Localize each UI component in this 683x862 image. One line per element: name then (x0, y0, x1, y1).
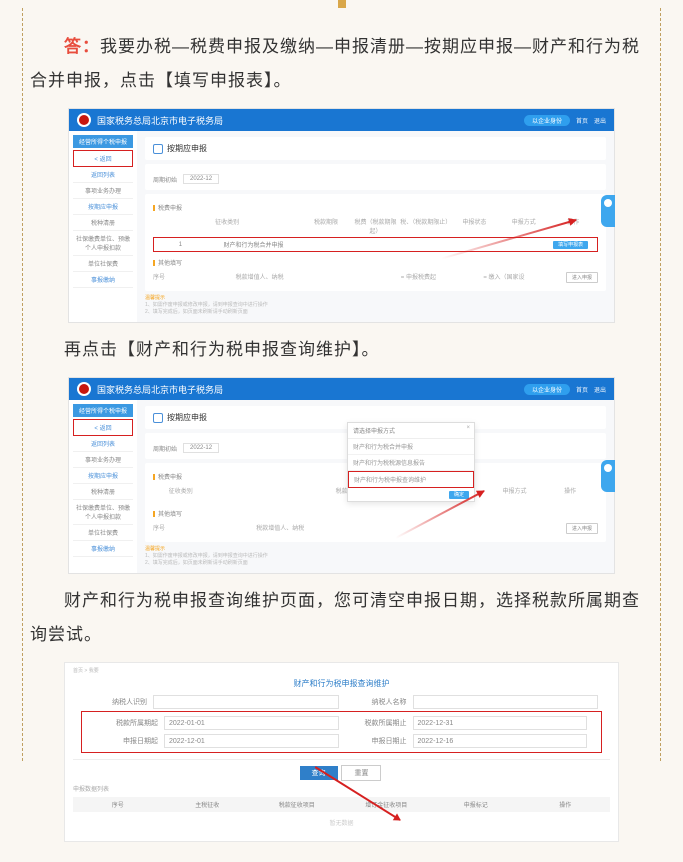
mid-paragraph-1: 再点击【财产和行为税申报查询维护】。 (30, 333, 653, 367)
sidebar: 经营所得个税申报 < 返回 返回列表 事项业务办理 按期应申报 税种清册 社保缴… (69, 400, 137, 573)
answer-label: 答： (64, 37, 100, 56)
page-title: 财产和行为税申报查询维护 (73, 676, 610, 693)
sidebar-item[interactable]: 单位社保费 (73, 256, 133, 272)
period-input[interactable]: 2022-12 (183, 174, 219, 184)
field-label: 纳税人识别 (85, 697, 147, 707)
enter-button[interactable]: 进入申报 (566, 272, 598, 283)
sidebar-item[interactable]: 返回列表 (73, 167, 133, 183)
taxpayer-name-input[interactable] (413, 695, 599, 709)
select-method-dialog: 请选择申报方式 × 财产和行为税合并申报 财产和行为税税源信息报告 财产和行为税… (347, 422, 475, 502)
float-help-icon[interactable] (601, 195, 615, 227)
hdr-identity-pill[interactable]: 以企业身份 (524, 115, 570, 126)
hdr-identity-pill[interactable]: 以企业身份 (524, 384, 570, 395)
hdr-home-link[interactable]: 首页 (576, 116, 588, 125)
answer-paragraph: 答：我要办税—税费申报及缴纳—申报清册—按期应申报—财产和行为税合并申报，点击【… (30, 30, 653, 98)
taxpayer-id-input[interactable] (153, 695, 339, 709)
portal-title: 国家税务总局北京市电子税务局 (97, 383, 223, 396)
highlight-box: 税款所属期起 2022-01-01 税款所属期止 2022-12-31 申报日期… (81, 711, 602, 753)
declare-start-input[interactable]: 2022-12-01 (164, 734, 339, 748)
dialog-title: 请选择申报方式 (353, 429, 395, 435)
portal-header: 国家税务总局北京市电子税务局 以企业身份 首页 退出 (69, 378, 614, 400)
sidebar: 经营所得个税申报 < 返回 返回列表 事项业务办理 按期应申报 税种清册 社保缴… (69, 131, 137, 322)
close-icon[interactable]: × (466, 425, 470, 431)
declare-end-input[interactable]: 2022-12-16 (413, 734, 588, 748)
tax-logo-icon (77, 113, 91, 127)
period-start-input[interactable]: 2022-01-01 (164, 716, 339, 730)
empty-state: 暂无数据 (73, 812, 610, 833)
answer-text: 我要办税—税费申报及缴纳—申报清册—按期应申报—财产和行为税合并申报，点击【填写… (30, 37, 640, 90)
screenshot-3: 首页 > 我要 财产和行为税申报查询维护 纳税人识别 纳税人名称 税款所属期起 … (64, 662, 619, 842)
dialog-option-highlight[interactable]: 财产和行为税申报查询维护 (348, 471, 474, 488)
section-label: 其他填写 (153, 258, 598, 267)
dialog-option[interactable]: 财产和行为税合并申报 (348, 439, 474, 455)
section-label: 税费申报 (153, 203, 598, 212)
sidebar-item[interactable]: 事报缴纳 (73, 272, 133, 288)
breadcrumb: 首页 > 我要 (73, 667, 610, 674)
table-header: 序号 主税征收 税款征收项目 增订金征收项目 申报标记 操作 (73, 797, 610, 812)
section-label: 申报数据列表 (73, 784, 610, 793)
float-help-icon[interactable] (601, 460, 615, 492)
sidebar-item[interactable]: 事项业务办理 (73, 183, 133, 199)
fill-form-button[interactable]: 填写申报表 (553, 241, 588, 249)
portal-header: 国家税务总局北京市电子税务局 以企业身份 首页 退出 (69, 109, 614, 131)
doc-icon (153, 413, 163, 423)
screenshot-1: 国家税务总局北京市电子税务局 以企业身份 首页 退出 经营所得个税申报 < 返回… (68, 108, 615, 323)
screenshot-2: 国家税务总局北京市电子税务局 以企业身份 首页 退出 经营所得个税申报 < 返回… (68, 377, 615, 574)
period-label: 周期初始 (153, 175, 177, 184)
sidebar-item[interactable]: 社保缴费单位、预缴个人申报扣款 (73, 231, 133, 256)
field-label: 纳税人名称 (345, 697, 407, 707)
table-row-highlight: 1 财产和行为税合并申报 填写申报表 (153, 237, 598, 252)
panel-title: 按期应申报 (153, 143, 598, 154)
sidebar-item[interactable]: 按期应申报 (73, 199, 133, 215)
doc-icon (153, 144, 163, 154)
sidebar-item[interactable]: < 返回 (73, 150, 133, 167)
sidebar-item[interactable]: 税种清册 (73, 215, 133, 231)
dialog-option[interactable]: 财产和行为税税源信息报告 (348, 455, 474, 471)
reset-button[interactable]: 重置 (341, 765, 381, 781)
hint-text: 温馨提示 1、如需作废申报或修改申报，请到申报查询中进行操作 2、填写完成后，如… (145, 295, 606, 316)
portal-title: 国家税务总局北京市电子税务局 (97, 114, 223, 127)
tax-logo-icon (77, 382, 91, 396)
mid-paragraph-2: 财产和行为税申报查询维护页面，您可清空申报日期，选择税款所属期查询尝试。 (30, 584, 653, 652)
dialog-ok-button[interactable]: 确定 (449, 491, 469, 499)
period-end-input[interactable]: 2022-12-31 (413, 716, 588, 730)
hdr-exit-link[interactable]: 退出 (594, 116, 606, 125)
sidebar-header[interactable]: 经营所得个税申报 (73, 135, 133, 148)
